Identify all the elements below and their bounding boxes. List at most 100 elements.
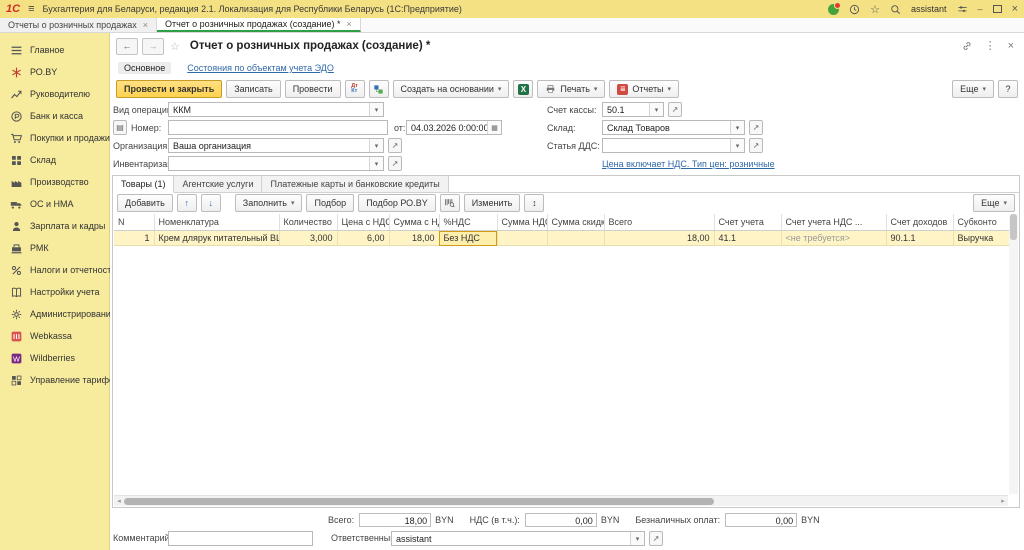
maximize-button[interactable]: [993, 5, 1002, 13]
operation-type-select[interactable]: ККМ ▾: [168, 102, 384, 117]
help-button[interactable]: ?: [998, 80, 1018, 98]
sidebar-item-roby[interactable]: РО.BY: [0, 61, 109, 83]
table-more-button[interactable]: Еще▾: [973, 194, 1015, 212]
write-button[interactable]: Записать: [226, 80, 280, 98]
get-link-icon[interactable]: [961, 40, 973, 52]
sidebar-item-nalogi-otchetnost[interactable]: Налоги и отчетность: [0, 259, 109, 281]
cash-account-field[interactable]: 50.1 ▾: [602, 102, 664, 117]
show-postings-button[interactable]: ДтКт: [345, 80, 365, 98]
comment-input[interactable]: [168, 531, 313, 546]
cell-quantity[interactable]: 3,000: [279, 231, 337, 246]
move-row-down-button[interactable]: ↓: [201, 194, 221, 212]
reports-button[interactable]: ≣Отчеты▾: [609, 80, 679, 98]
document-structure-button[interactable]: [369, 80, 389, 98]
chevron-down-icon[interactable]: ▾: [630, 532, 644, 545]
cell-vat-amount[interactable]: [497, 231, 547, 246]
chevron-down-icon[interactable]: ▾: [649, 103, 663, 116]
forward-button[interactable]: →: [142, 38, 164, 55]
cell-vat-rate-current[interactable]: Без НДС: [439, 231, 497, 246]
column-header-amount-vat[interactable]: Сумма с НДС: [389, 214, 439, 231]
open-cash-account-button[interactable]: ↗: [668, 102, 682, 117]
chevron-down-icon[interactable]: ▾: [730, 139, 744, 152]
pick-button[interactable]: Подбор: [306, 194, 354, 212]
export-excel-button[interactable]: X: [513, 80, 533, 98]
service-notifications-icon[interactable]: [828, 4, 839, 15]
pick-roby-button[interactable]: Подбор РО.BY: [358, 194, 436, 212]
cell-total[interactable]: 18,00: [604, 231, 714, 246]
print-button[interactable]: Печать▾: [537, 80, 605, 98]
add-row-button[interactable]: Добавить: [117, 194, 173, 212]
history-icon[interactable]: [849, 4, 860, 15]
post-and-close-button[interactable]: Провести и закрыть: [116, 80, 222, 98]
column-header-price-vat[interactable]: Цена с НДС: [337, 214, 389, 231]
post-button[interactable]: Провести: [285, 80, 341, 98]
warehouse-field[interactable]: Склад Товаров ▾: [602, 120, 745, 135]
open-inventory-button[interactable]: ↗: [388, 156, 402, 171]
column-header-discount-amount[interactable]: Сумма скидки: [547, 214, 604, 231]
column-header-quantity[interactable]: Количество: [279, 214, 337, 231]
close-tab-icon[interactable]: ×: [347, 19, 352, 29]
close-form-button[interactable]: ×: [1008, 40, 1014, 52]
price-includes-vat-link[interactable]: Цена включает НДС. Тип цен: розничные: [602, 159, 775, 169]
inventory-field[interactable]: ▾: [168, 156, 384, 171]
column-header-account[interactable]: Счет учета: [714, 214, 781, 231]
responsible-field[interactable]: assistant ▾: [391, 531, 645, 546]
open-responsible-button[interactable]: ↗: [649, 531, 663, 546]
tab-retail-reports-list[interactable]: Отчеты о розничных продажах ×: [0, 18, 157, 32]
search-icon[interactable]: [890, 4, 901, 15]
fill-button[interactable]: Заполнить▾: [235, 194, 303, 212]
cell-income-account[interactable]: 90.1.1: [886, 231, 953, 246]
chevron-down-icon[interactable]: ▾: [369, 103, 383, 116]
nav-main[interactable]: Основное: [118, 62, 171, 74]
sidebar-item-webkassa[interactable]: Webkassa: [0, 325, 109, 347]
date-input[interactable]: 04.03.2026 0:00:00 ▦: [406, 120, 502, 135]
chevron-down-icon[interactable]: ▾: [730, 121, 744, 134]
cell-vat-account[interactable]: <не требуется>: [781, 231, 886, 246]
chevron-down-icon[interactable]: ▾: [369, 157, 383, 170]
vertical-scrollbar[interactable]: [1009, 214, 1018, 494]
organization-field[interactable]: Ваша организация ▾: [168, 138, 384, 153]
number-settings-button[interactable]: ▤: [113, 120, 127, 135]
favorites-star-icon[interactable]: ☆: [870, 3, 880, 16]
minimize-button[interactable]: –: [978, 4, 983, 14]
open-warehouse-button[interactable]: ↗: [749, 120, 763, 135]
sidebar-item-administrirovanie[interactable]: Администрирование: [0, 303, 109, 325]
nav-edo-states-link[interactable]: Состояния по объектам учета ЭДО: [187, 63, 334, 73]
more-menu-icon[interactable]: ⋮: [985, 39, 996, 52]
column-header-total[interactable]: Всего: [604, 214, 714, 231]
scroll-right-icon[interactable]: ▸: [998, 497, 1008, 505]
create-based-on-button[interactable]: Создать на основании▾: [393, 80, 510, 98]
sidebar-item-wildberries[interactable]: W Wildberries: [0, 347, 109, 369]
column-header-nomenclature[interactable]: Номенклатура: [154, 214, 279, 231]
favorite-star-icon[interactable]: ☆: [170, 40, 180, 53]
move-row-up-button[interactable]: ↑: [177, 194, 197, 212]
sidebar-item-rukovoditelyu[interactable]: Руководителю: [0, 83, 109, 105]
table-row[interactable]: 1 Крем длярук питательный BLOOM cosm... …: [114, 231, 1013, 246]
column-header-vat-rate[interactable]: %НДС: [439, 214, 497, 231]
sidebar-item-main[interactable]: Главное: [0, 39, 109, 61]
chevron-down-icon[interactable]: ▾: [369, 139, 383, 152]
tab-agent-services[interactable]: Агентские услуги: [174, 176, 262, 192]
edit-row-button[interactable]: Изменить: [464, 194, 521, 212]
column-header-income-account[interactable]: Счет доходов: [886, 214, 953, 231]
sidebar-item-sklad[interactable]: Склад: [0, 149, 109, 171]
sidebar-item-nastroyki-ucheta[interactable]: Настройки учета: [0, 281, 109, 303]
column-header-vat-amount[interactable]: Сумма НДС: [497, 214, 547, 231]
number-input[interactable]: [168, 120, 388, 135]
column-header-subconto[interactable]: Субконто: [953, 214, 1013, 231]
sidebar-item-os-nma[interactable]: ОС и НМА: [0, 193, 109, 215]
cell-n[interactable]: 1: [114, 231, 154, 246]
close-window-button[interactable]: ×: [1012, 3, 1018, 15]
calendar-icon[interactable]: ▦: [487, 121, 501, 134]
sidebar-item-pokupki-prodazhi[interactable]: Покупки и продажи: [0, 127, 109, 149]
back-button[interactable]: ←: [116, 38, 138, 55]
close-tab-icon[interactable]: ×: [143, 20, 148, 30]
column-header-n[interactable]: N: [114, 214, 154, 231]
scrollbar-thumb[interactable]: [124, 498, 714, 505]
scroll-left-icon[interactable]: ◂: [114, 497, 124, 505]
sidebar-item-upravlenie-tarifom[interactable]: Управление тарифом: [0, 369, 109, 391]
scrollbar-thumb[interactable]: [1010, 214, 1017, 240]
tab-goods[interactable]: Товары (1): [113, 176, 174, 193]
dds-article-field[interactable]: ▾: [602, 138, 745, 153]
sidebar-item-rmk[interactable]: РМК: [0, 237, 109, 259]
